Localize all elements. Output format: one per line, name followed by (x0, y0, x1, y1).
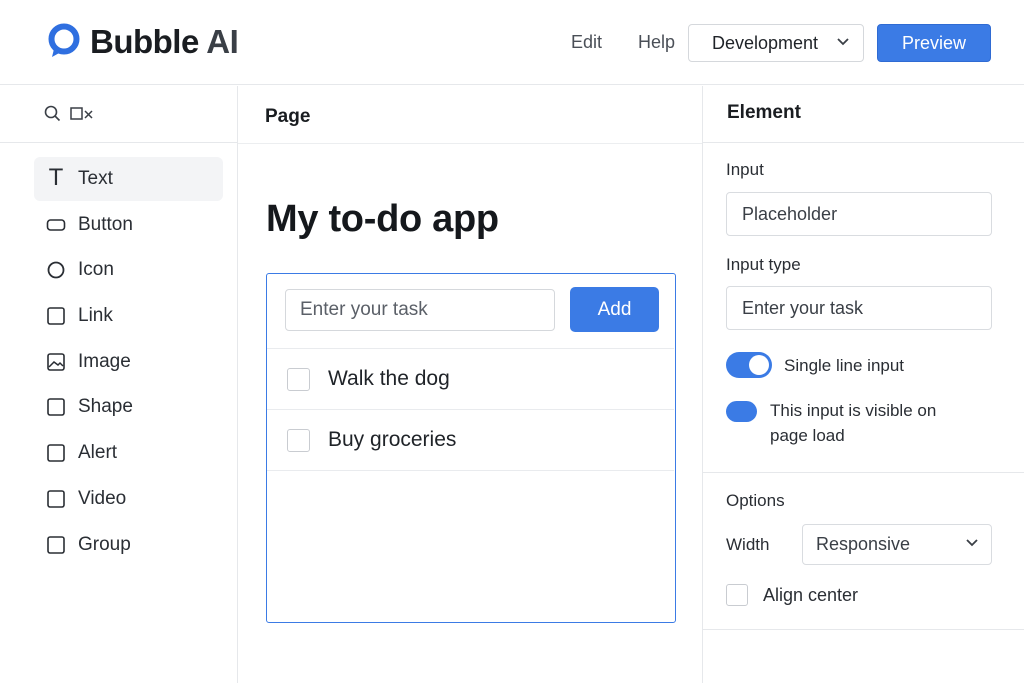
alert-icon (45, 442, 67, 464)
preview-button[interactable]: Preview (877, 24, 991, 62)
video-icon (45, 488, 67, 510)
element-label: Button (78, 213, 133, 235)
environment-value: Development (712, 32, 819, 53)
elements-toolbar (0, 86, 237, 143)
align-center-label: Align center (763, 585, 859, 605)
element-item-shape[interactable]: Shape (34, 385, 223, 429)
single-line-toggle[interactable] (726, 352, 772, 378)
element-item-video[interactable]: Video (34, 477, 223, 521)
brand-name-suffix: AI (206, 23, 239, 60)
element-label: Group (78, 533, 131, 555)
single-line-label: Single line input (784, 356, 905, 375)
search-icon[interactable] (44, 105, 61, 122)
app-title[interactable]: My to-do app (266, 198, 499, 241)
element-item-icon[interactable]: Icon (34, 248, 223, 292)
element-item-alert[interactable]: Alert (34, 431, 223, 475)
visible-on-load-label-line2: page load (770, 426, 845, 445)
placeholder-field[interactable]: Placeholder (726, 192, 992, 236)
add-task-button[interactable]: Add (570, 287, 659, 332)
chevron-down-icon (837, 38, 849, 46)
visible-on-load-label: This input is visible on page load (770, 398, 936, 448)
brand-logo[interactable]: Bubble AI (48, 22, 239, 62)
align-center-checkbox[interactable] (726, 584, 748, 606)
element-label: Icon (78, 259, 114, 281)
page-label: Page (265, 106, 311, 127)
task-checkbox[interactable] (287, 428, 310, 452)
brand-name-main: Bubble (90, 23, 199, 60)
button-icon (45, 214, 67, 236)
input-type-field[interactable]: Enter your task (726, 286, 992, 330)
toggle-knob (749, 355, 769, 375)
element-item-text[interactable]: T Text (34, 157, 223, 201)
inspector-title: Element (727, 102, 801, 123)
task-row: Walk the dog (267, 348, 674, 409)
task-row: Buy groceries (267, 409, 674, 470)
task-list-divider (267, 470, 674, 471)
brand-name: Bubble AI (90, 23, 239, 61)
task-input[interactable]: Enter your task (285, 289, 555, 331)
task-text: Walk the dog (328, 367, 450, 390)
element-label: Shape (78, 396, 133, 418)
divider (703, 472, 1024, 473)
environment-select[interactable]: Development (688, 24, 864, 62)
circle-icon (45, 259, 67, 281)
image-icon (45, 351, 67, 373)
element-item-image[interactable]: Image (34, 340, 223, 384)
elements-panel: T Text Button Icon Link Image Shape Aler… (0, 86, 238, 683)
width-value: Responsive (816, 534, 911, 554)
element-label: Video (78, 487, 127, 509)
task-checkbox[interactable] (287, 367, 310, 391)
shape-select-icon[interactable] (70, 106, 96, 122)
element-label: Link (78, 305, 113, 327)
bubble-logo-icon (48, 23, 82, 61)
input-type-label: Input type (726, 255, 801, 274)
visible-on-load-toggle[interactable] (726, 401, 757, 422)
divider (703, 142, 1024, 143)
group-icon (45, 534, 67, 556)
element-label: Image (78, 350, 131, 372)
top-bar: Bubble AI Edit Help Development Preview (0, 0, 1024, 85)
element-item-link[interactable]: Link (34, 294, 223, 338)
element-item-group[interactable]: Group (34, 523, 223, 567)
text-icon: T (49, 166, 63, 191)
edit-menu[interactable]: Edit (571, 32, 602, 53)
help-menu[interactable]: Help (638, 32, 675, 53)
visible-on-load-label-line1: This input is visible on (770, 401, 937, 420)
task-text: Buy groceries (328, 428, 457, 451)
todo-group[interactable]: Enter your task Add Walk the dog Buy gro… (266, 273, 676, 623)
element-list: T Text Button Icon Link Image Shape Aler… (34, 157, 223, 568)
chevron-down-icon (966, 539, 978, 547)
inspector-panel: Element Input Placeholder Input type Ent… (702, 86, 1024, 683)
options-label: Options (726, 491, 785, 510)
width-select[interactable]: Responsive (802, 524, 992, 565)
element-item-button[interactable]: Button (34, 203, 223, 247)
page-header: Page (238, 86, 702, 144)
element-label: Text (78, 168, 113, 189)
divider (703, 629, 1024, 630)
shape-icon (45, 396, 67, 418)
width-label: Width (726, 535, 770, 554)
element-label: Alert (78, 442, 118, 464)
input-label: Input (726, 160, 764, 179)
link-icon (45, 305, 67, 327)
